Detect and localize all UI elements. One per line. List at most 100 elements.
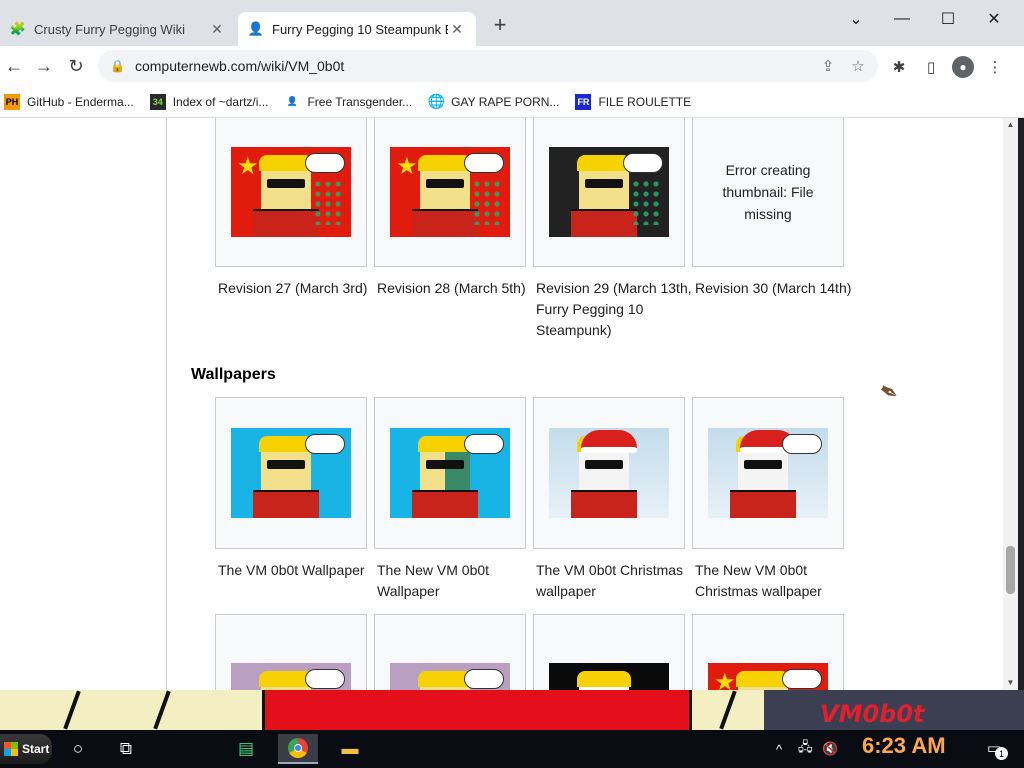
gallery-thumb-wallpaper-1[interactable]	[215, 397, 367, 549]
taskbar-clock[interactable]: 6:23 AM	[862, 733, 946, 759]
bookmark-github[interactable]: PH GitHub - Enderma...	[4, 93, 134, 110]
close-tab-icon[interactable]: ✕	[448, 21, 466, 38]
maximize-button[interactable]: ☐	[926, 4, 970, 34]
close-window-button[interactable]: ✕	[972, 4, 1016, 34]
tab-furry-pegging[interactable]: 👤 Furry Pegging 10 Steampunk Ed ✕	[238, 12, 476, 46]
action-center-icon[interactable]: ▭ 1	[982, 736, 1008, 760]
wallpaper-4-image[interactable]	[708, 428, 828, 518]
bookmark-label: GAY RAPE PORN...	[451, 94, 560, 109]
revision-28-image[interactable]: ★	[390, 147, 510, 237]
tab-title: Crusty Furry Pegging Wiki	[34, 21, 185, 37]
start-label: Start	[22, 742, 50, 756]
side-panel-icon[interactable]: ▯	[918, 54, 944, 80]
star-icon: ★	[714, 669, 736, 691]
profile-button[interactable]: ●	[950, 54, 976, 80]
gallery-thumb-revision-27[interactable]: ★	[215, 118, 367, 267]
url-text[interactable]: computernewb.com/wiki/VM_0b0t	[135, 58, 344, 74]
browser-toolbar: ← → ↻ 🔒 computernewb.com/wiki/VM_0b0t ⇪ …	[0, 46, 1024, 86]
globe-icon: 🌐	[427, 93, 445, 109]
volume-muted-icon[interactable]: 🔇	[822, 736, 838, 762]
hacker-icon: 👤	[286, 96, 299, 106]
new-tab-button[interactable]: +	[488, 14, 512, 38]
extensions-icon[interactable]: ✱	[886, 54, 912, 80]
minimize-button[interactable]: —	[880, 4, 924, 34]
revision-27-image[interactable]: ★	[231, 147, 351, 237]
wallpaper-3-image[interactable]	[549, 428, 669, 518]
folder-34-icon: 34	[149, 93, 166, 110]
gallery-thumb-revision-29[interactable]	[533, 118, 685, 267]
next-4-image[interactable]: ★	[708, 663, 828, 690]
bookmark-file-roulette[interactable]: FR FILE ROULETTE	[575, 93, 692, 110]
tab-crusty-wiki[interactable]: 🧩 Crusty Furry Pegging Wiki ✕	[0, 12, 236, 46]
windows-logo-icon	[4, 742, 18, 756]
file-roulette-icon: FR	[575, 93, 592, 110]
tab-search-icon[interactable]: ⌄	[834, 4, 878, 34]
close-tab-icon[interactable]: ✕	[208, 21, 226, 38]
wallpapers-heading: Wallpapers	[191, 366, 276, 383]
tab-title: Furry Pegging 10 Steampunk Ed	[272, 21, 448, 37]
show-hidden-icons[interactable]: ^	[776, 736, 782, 762]
back-icon[interactable]: ←	[0, 52, 28, 80]
chrome-icon	[288, 738, 308, 758]
bookmark-index-dartz[interactable]: 34 Index of ~dartz/i...	[149, 93, 269, 110]
reload-icon[interactable]: ↻	[62, 52, 90, 80]
gallery-thumb-wallpaper-3[interactable]	[533, 397, 685, 549]
next-3-image[interactable]	[549, 663, 669, 690]
chrome-taskbar-icon[interactable]	[278, 734, 318, 764]
bookmarks-bar: PH GitHub - Enderma... 34 Index of ~dart…	[0, 86, 1024, 118]
wallpaper-1-image[interactable]	[231, 428, 351, 518]
notes-app-icon[interactable]: ▤	[226, 734, 266, 764]
gallery-caption: Revision 29 (March 13th, Furry Pegging 1…	[536, 280, 692, 338]
avatar: ●	[952, 56, 974, 78]
desktop-wallpaper: VM0b0t	[0, 690, 1024, 730]
revision-29-image[interactable]	[549, 147, 669, 237]
network-icon[interactable]: 🖧	[798, 736, 813, 762]
thumbnail-error-text: Error creating thumbnail: File missing	[722, 162, 814, 222]
gallery-caption: The New VM 0b0t Christmas wallpaper	[695, 562, 822, 599]
star-icon: ★	[237, 153, 259, 180]
next-2-image[interactable]	[390, 663, 510, 690]
page-viewport: ★ ★ Error creating thumbnail: File missi…	[0, 118, 1018, 690]
scroll-up-icon[interactable]: ▲	[1003, 118, 1018, 132]
page-scrollbar[interactable]: ▲ ▼	[1003, 118, 1018, 690]
bookmark-label: Free Transgender...	[307, 94, 413, 109]
gallery-thumb-wallpaper-2[interactable]	[374, 397, 526, 549]
bookmark-star-icon[interactable]: ☆	[846, 54, 870, 78]
menu-icon[interactable]: ⋮	[982, 54, 1008, 80]
gallery-thumb-next-3[interactable]	[533, 614, 685, 690]
taskbar: Start ○ ⧉ ▤ ▬ ^ 🖧 🔇 6:23 AM ▭ 1	[0, 730, 1024, 768]
tab-strip: 🧩 Crusty Furry Pegging Wiki ✕ 👤 Furry Pe…	[0, 0, 1024, 46]
share-icon[interactable]: ⇪	[816, 54, 840, 78]
puzzle-icon: 🧩	[9, 21, 27, 36]
bookmark-label: GitHub - Enderma...	[27, 94, 134, 109]
gallery-thumb-wallpaper-4[interactable]	[692, 397, 844, 549]
bookmark-label: Index of ~dartz/i...	[172, 94, 269, 109]
gallery-thumb-next-4[interactable]: ★	[692, 614, 844, 690]
next-1-image[interactable]	[231, 663, 351, 690]
task-view-icon[interactable]: ⧉	[106, 734, 146, 764]
ph-logo-icon: PH	[4, 93, 20, 110]
bookmark-free-transgender[interactable]: 👤 Free Transgender...	[284, 94, 412, 110]
bookmark-gay-rape-porn[interactable]: 🌐 GAY RAPE PORN...	[427, 93, 560, 110]
lock-icon[interactable]: 🔒	[110, 59, 125, 73]
gallery-caption: The VM 0b0t Wallpaper	[218, 562, 365, 578]
gallery-caption: Revision 27 (March 3rd)	[218, 280, 368, 296]
address-bar[interactable]: 🔒 computernewb.com/wiki/VM_0b0t ⇪ ☆	[98, 50, 878, 82]
cortana-icon[interactable]: ○	[58, 734, 98, 764]
hacker-icon: 👤	[247, 21, 265, 36]
scrollbar-thumb[interactable]	[1006, 546, 1015, 594]
scroll-down-icon[interactable]: ▼	[1003, 676, 1018, 690]
gallery-thumb-revision-30[interactable]: Error creating thumbnail: File missing	[692, 118, 844, 267]
vm0b0t-logo: VM0b0t	[820, 700, 925, 728]
file-explorer-icon[interactable]: ▬	[330, 734, 370, 764]
gallery-caption: Revision 30 (March 14th)	[695, 280, 852, 296]
gallery-thumb-next-2[interactable]	[374, 614, 526, 690]
gallery-thumb-revision-28[interactable]: ★	[374, 118, 526, 267]
forward-icon[interactable]: →	[30, 52, 58, 80]
notification-count: 1	[995, 747, 1008, 760]
start-button[interactable]: Start	[0, 734, 52, 764]
gallery-caption: The New VM 0b0t Wallpaper	[377, 562, 490, 599]
gallery-thumb-next-1[interactable]	[215, 614, 367, 690]
wallpaper-2-image[interactable]	[390, 428, 510, 518]
bookmark-label: FILE ROULETTE	[598, 94, 692, 109]
